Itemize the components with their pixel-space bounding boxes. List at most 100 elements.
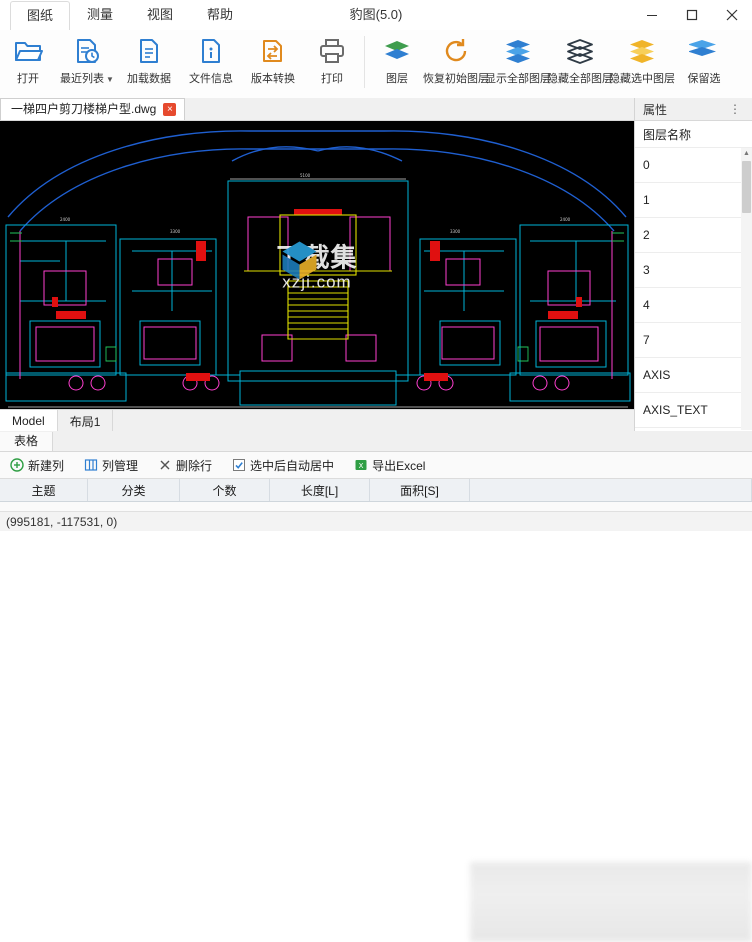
column-manage-button[interactable]: 列管理 bbox=[74, 452, 148, 478]
svg-text:3300: 3300 bbox=[450, 229, 461, 234]
show-all-layers-icon bbox=[503, 34, 533, 68]
coordinate-readout: (995181, -117531, 0) bbox=[6, 514, 118, 529]
list-item[interactable]: 2 bbox=[635, 218, 752, 253]
layer-list[interactable]: 0 1 2 3 4 7 AXIS AXIS_TEXT ▲ bbox=[635, 148, 752, 430]
table-section: 表格 新建列 列管理 删除行 选中后自动居中 X 导出Excel 主题 分类 个… bbox=[0, 431, 752, 942]
title-bar: 豹图(5.0) 图纸 测量 视图 帮助 bbox=[0, 0, 752, 31]
ribbon-label-load-data: 加载数据 bbox=[127, 73, 171, 85]
column-header-length[interactable]: 长度[L] bbox=[270, 479, 370, 501]
auto-center-checkbox[interactable]: 选中后自动居中 bbox=[222, 452, 344, 478]
document-area: 一梯四户剪刀楼梯户型.dwg × 2400 3300 5100 3300 240… bbox=[0, 98, 635, 432]
table-header-row: 主题 分类 个数 长度[L] 面积[S] bbox=[0, 479, 752, 502]
ribbon-label-hide-all-layers: 隐藏全部图层 bbox=[547, 73, 613, 85]
layer-name-column-header: 图层名称 bbox=[635, 121, 752, 148]
export-excel-icon: X bbox=[354, 458, 368, 472]
close-icon[interactable] bbox=[712, 0, 752, 30]
tab-help[interactable]: 帮助 bbox=[190, 0, 250, 30]
column-header-count[interactable]: 个数 bbox=[180, 479, 270, 501]
more-options-icon[interactable]: ⋮ bbox=[729, 102, 752, 116]
ribbon-button-print[interactable]: 打印 bbox=[304, 30, 360, 96]
add-column-icon bbox=[10, 458, 24, 472]
ribbon-label-recent-list: 最近列表 bbox=[60, 73, 105, 85]
delete-row-label: 删除行 bbox=[176, 458, 213, 473]
layer-list-scrollbar[interactable]: ▲ bbox=[741, 148, 752, 430]
svg-text:2400: 2400 bbox=[60, 217, 71, 222]
tab-view[interactable]: 视图 bbox=[130, 0, 190, 30]
column-header-category[interactable]: 分类 bbox=[88, 479, 180, 501]
new-column-button[interactable]: 新建列 bbox=[0, 452, 74, 478]
drawing-canvas[interactable]: 2400 3300 5100 3300 2400 下载集 xzji.com bbox=[0, 121, 634, 409]
ribbon-button-hide-selected-layers[interactable]: 隐藏选中图层 bbox=[609, 30, 675, 96]
restore-layers-icon bbox=[441, 34, 471, 68]
column-header-area[interactable]: 面积[S] bbox=[370, 479, 470, 501]
new-column-label: 新建列 bbox=[28, 458, 65, 473]
table-tab[interactable]: 表格 bbox=[0, 431, 54, 451]
scroll-up-icon[interactable]: ▲ bbox=[741, 148, 752, 159]
column-manage-label: 列管理 bbox=[102, 458, 139, 473]
properties-header: 属性 ⋮ bbox=[635, 98, 752, 121]
column-header-theme[interactable]: 主题 bbox=[0, 479, 88, 501]
ribbon-toolbar: 打开 最近列表 ▼ 加载数据 文件信息 版本转换 打印 图层 恢复初始图层 显示… bbox=[0, 30, 752, 99]
ribbon-button-load-data[interactable]: 加载数据 bbox=[118, 30, 180, 96]
ribbon-label-open: 打开 bbox=[17, 73, 39, 85]
version-convert-icon bbox=[258, 34, 288, 68]
delete-row-button[interactable]: 删除行 bbox=[148, 452, 222, 478]
properties-title: 属性 bbox=[643, 102, 668, 117]
maximize-icon[interactable] bbox=[672, 0, 712, 30]
ribbon-button-hide-all-layers[interactable]: 隐藏全部图层 bbox=[547, 30, 613, 96]
delete-row-icon bbox=[158, 458, 172, 472]
list-item[interactable]: 4 bbox=[635, 288, 752, 323]
ribbon-label-layers: 图层 bbox=[386, 73, 408, 85]
print-icon bbox=[317, 34, 347, 68]
tab-drawings[interactable]: 图纸 bbox=[10, 1, 71, 31]
view-tab-strip: Model 布局1 bbox=[0, 409, 634, 432]
scrollbar-thumb[interactable] bbox=[742, 161, 751, 213]
hide-selected-layers-icon bbox=[627, 34, 657, 68]
list-item[interactable]: AXIS_TEXT bbox=[635, 393, 752, 428]
watermark-logo-icon bbox=[282, 241, 317, 280]
window-controls bbox=[632, 0, 752, 30]
close-icon[interactable]: × bbox=[163, 103, 177, 116]
auto-center-label: 选中后自动居中 bbox=[250, 458, 335, 473]
ribbon-button-open[interactable]: 打开 bbox=[0, 30, 56, 96]
ribbon-label-restore-layers: 恢复初始图层 bbox=[423, 73, 489, 85]
view-tab-layout1[interactable]: 布局1 bbox=[58, 410, 114, 432]
list-item[interactable]: 1 bbox=[635, 183, 752, 218]
list-item[interactable]: 7 bbox=[635, 323, 752, 358]
svg-text:5100: 5100 bbox=[300, 173, 311, 178]
ribbon-label-file-info: 文件信息 bbox=[189, 73, 233, 85]
svg-text:X: X bbox=[359, 462, 364, 470]
layers-icon bbox=[382, 34, 412, 68]
status-bar: (995181, -117531, 0) bbox=[0, 511, 752, 531]
export-excel-label: 导出Excel bbox=[372, 458, 426, 473]
ribbon-label-hide-selected-layers: 隐藏选中图层 bbox=[609, 73, 675, 85]
ribbon-button-recent-list[interactable]: 最近列表 ▼ bbox=[56, 30, 118, 96]
checkbox-checked-icon[interactable] bbox=[232, 458, 246, 472]
ribbon-button-show-all-layers[interactable]: 显示全部图层 bbox=[485, 30, 551, 96]
ribbon-button-keep-selected-layers[interactable]: 保留选 bbox=[673, 30, 735, 96]
list-item[interactable]: 0 bbox=[635, 148, 752, 183]
document-tab[interactable]: 一梯四户剪刀楼梯户型.dwg × bbox=[0, 98, 186, 120]
ribbon-button-file-info[interactable]: 文件信息 bbox=[180, 30, 242, 96]
application-window: 豹图(5.0) 图纸 测量 视图 帮助 打开 最近列表 ▼ 加载数据 文件信息 … bbox=[0, 0, 752, 942]
minimize-icon[interactable] bbox=[632, 0, 672, 30]
view-tab-model[interactable]: Model bbox=[0, 410, 58, 432]
ribbon-label-keep-selected-layers: 保留选 bbox=[687, 73, 721, 85]
column-manage-icon bbox=[84, 458, 98, 472]
ribbon-button-layers[interactable]: 图层 bbox=[369, 30, 425, 96]
export-excel-button[interactable]: X 导出Excel bbox=[344, 452, 435, 478]
tab-measure[interactable]: 测量 bbox=[70, 0, 130, 30]
ribbon-label-show-all-layers: 显示全部图层 bbox=[485, 73, 551, 85]
ribbon-button-restore-layers[interactable]: 恢复初始图层 bbox=[423, 30, 489, 96]
svg-text:2400: 2400 bbox=[560, 217, 571, 222]
list-item[interactable]: AXIS bbox=[635, 358, 752, 393]
list-item[interactable]: 3 bbox=[635, 253, 752, 288]
load-data-icon bbox=[134, 34, 164, 68]
ribbon-tab-strip: 图纸 测量 视图 帮助 bbox=[10, 0, 250, 31]
table-toolbar: 新建列 列管理 删除行 选中后自动居中 X 导出Excel bbox=[0, 452, 752, 479]
svg-text:3300: 3300 bbox=[170, 229, 181, 234]
hide-all-layers-icon bbox=[565, 34, 595, 68]
chevron-down-icon[interactable]: ▼ bbox=[106, 75, 114, 84]
table-tab-strip: 表格 bbox=[0, 431, 752, 452]
ribbon-button-version-convert[interactable]: 版本转换 bbox=[242, 30, 304, 96]
